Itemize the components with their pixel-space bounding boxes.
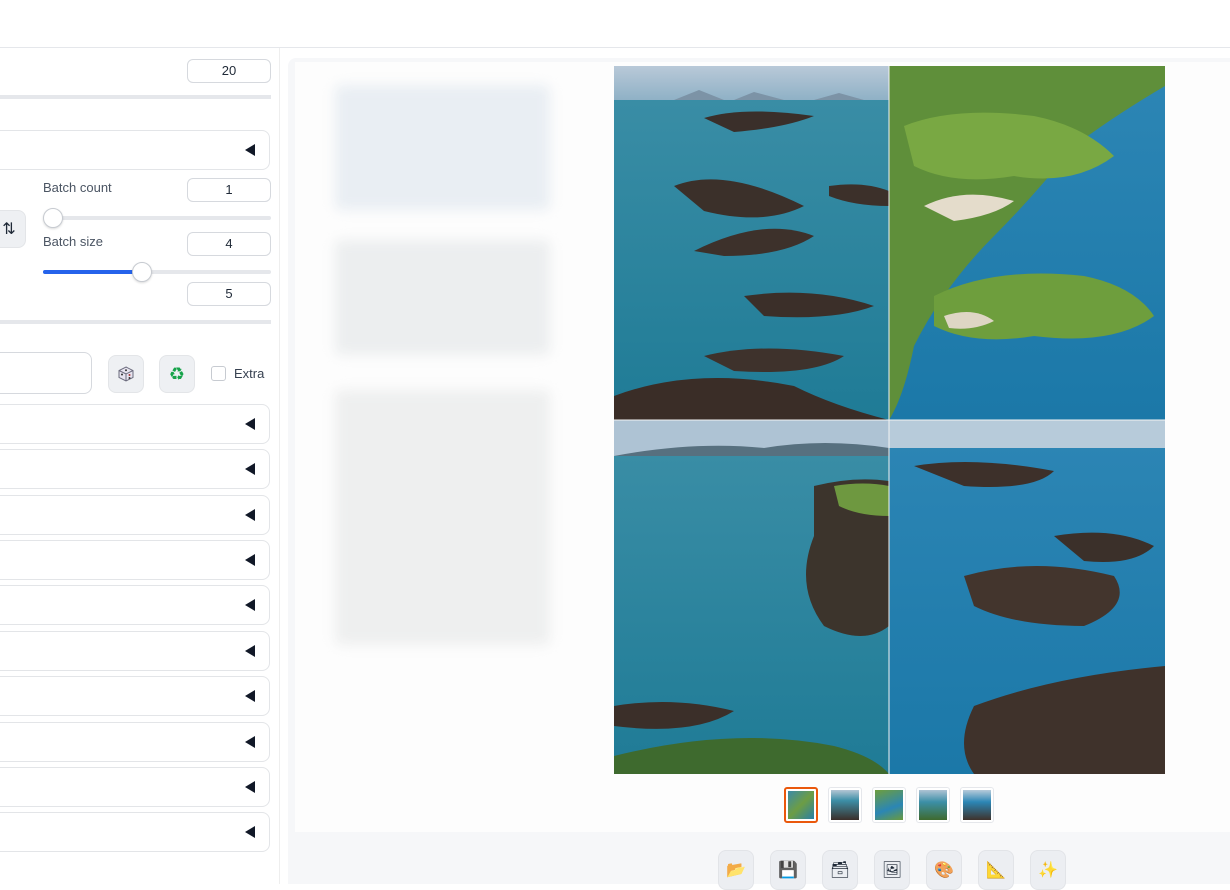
accordion-6[interactable] <box>0 631 270 671</box>
open-folder-icon: 📂 <box>726 862 746 879</box>
triangle-left-icon <box>245 418 255 430</box>
batch-size-slider-handle[interactable] <box>132 262 152 282</box>
sparkles-button[interactable]: ✨ <box>1030 850 1066 890</box>
triangle-left-icon <box>245 736 255 748</box>
batch-count-input[interactable]: 1 <box>187 178 271 202</box>
open-folder-button[interactable]: 📂 <box>718 850 754 890</box>
random-seed-button[interactable] <box>108 355 144 393</box>
thumbnail-3[interactable] <box>872 787 906 823</box>
save-button[interactable]: 💾 <box>770 850 806 890</box>
send-to-inpaint-icon: 🎨 <box>934 862 954 879</box>
accordion-8[interactable] <box>0 722 270 762</box>
triangle-left-icon <box>245 826 255 838</box>
save-icon: 💾 <box>778 862 798 879</box>
triangle-left-icon <box>245 554 255 566</box>
extra-seed-label: Extra <box>234 366 265 381</box>
send-to-extras-button[interactable]: 📐 <box>978 850 1014 890</box>
accordion-9[interactable] <box>0 767 270 807</box>
accordion-10[interactable] <box>0 812 270 852</box>
blurred-preview-2 <box>335 240 550 355</box>
thumbnail-5[interactable] <box>960 787 994 823</box>
cfg-scale-input[interactable]: 5 <box>187 282 271 306</box>
seed-input[interactable] <box>0 352 92 394</box>
send-to-img2img-button[interactable]: 🖼 <box>874 850 910 890</box>
triangle-left-icon <box>245 509 255 521</box>
batch-count-slider[interactable] <box>43 216 271 220</box>
cfg-slider-track[interactable] <box>0 320 271 324</box>
triangle-left-icon <box>245 690 255 702</box>
batch-count-label: Batch count <box>43 180 112 195</box>
triangle-left-icon <box>245 463 255 475</box>
blurred-preview-3 <box>335 390 550 645</box>
accordion-7[interactable] <box>0 676 270 716</box>
send-to-inpaint-button[interactable]: 🎨 <box>926 850 962 890</box>
accordion-1[interactable] <box>0 404 270 444</box>
accordion-5[interactable] <box>0 585 270 625</box>
thumbnail-image <box>919 790 947 820</box>
thumbnail-image <box>788 791 814 819</box>
swap-dimensions-button[interactable]: ⇅ <box>0 210 26 248</box>
triangle-left-icon <box>245 599 255 611</box>
steps-slider-track[interactable] <box>0 95 271 99</box>
extra-seed-checkbox[interactable] <box>211 366 226 381</box>
triangle-left-icon <box>245 781 255 793</box>
thumbnail-2[interactable] <box>828 787 862 823</box>
blurred-preview-1 <box>335 85 550 210</box>
accordion-3[interactable] <box>0 495 270 535</box>
thumbnail-image <box>831 790 859 820</box>
swap-dimensions-icon: ⇅ <box>2 221 16 238</box>
thumbnail-1[interactable] <box>784 787 818 823</box>
reuse-seed-button[interactable]: ♻ <box>159 355 195 393</box>
batch-size-label: Batch size <box>43 234 103 249</box>
zip-icon: 🗃 <box>829 862 851 879</box>
batch-size-slider[interactable] <box>43 270 271 274</box>
triangle-left-icon <box>245 645 255 657</box>
generated-image-grid[interactable] <box>614 66 1165 774</box>
batch-size-slider-fill <box>43 270 142 274</box>
batch-count-slider-handle[interactable] <box>43 208 63 228</box>
dice-icon <box>118 366 134 382</box>
output-toolbar: 📂 💾 🗃 🖼 🎨 📐 ✨ <box>718 850 1066 890</box>
recycle-icon: ♻ <box>168 363 186 384</box>
triangle-left-icon <box>245 144 255 156</box>
thumbnail-strip <box>784 787 994 823</box>
sparkles-icon: ✨ <box>1038 862 1058 879</box>
send-to-extras-icon: 📐 <box>986 862 1006 879</box>
send-to-img2img-icon: 🖼 <box>881 862 903 879</box>
thumbnail-image <box>963 790 991 820</box>
accordion-4[interactable] <box>0 540 270 580</box>
accordion-2[interactable] <box>0 449 270 489</box>
thumbnail-image <box>875 790 903 820</box>
hires-fix-accordion[interactable] <box>0 130 270 170</box>
zip-button[interactable]: 🗃 <box>822 850 858 890</box>
steps-input[interactable]: 20 <box>187 59 271 83</box>
thumbnail-4[interactable] <box>916 787 950 823</box>
top-bar <box>0 0 1230 48</box>
batch-size-input[interactable]: 4 <box>187 232 271 256</box>
